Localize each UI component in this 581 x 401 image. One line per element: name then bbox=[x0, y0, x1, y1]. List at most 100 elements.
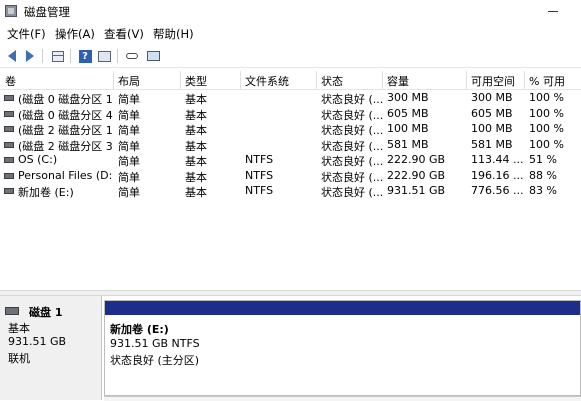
cell-layout: 简单 bbox=[118, 124, 140, 137]
cell-type: 基本 bbox=[185, 139, 207, 153]
column-percent-free[interactable]: % 可用 bbox=[524, 73, 581, 89]
column-status[interactable]: 状态 bbox=[316, 73, 382, 89]
cell-layout: 简单 bbox=[118, 170, 140, 184]
disk-management-icon bbox=[5, 5, 17, 17]
volume-icon bbox=[4, 172, 14, 179]
monitor-icon bbox=[146, 51, 160, 61]
cell-layout: 简单 bbox=[118, 108, 140, 122]
menu-bar: 文件(F) 操作(A) 查看(V) 帮助(H) bbox=[0, 23, 581, 43]
cell-capacity: 605 MB bbox=[387, 106, 429, 120]
column-free-space[interactable]: 可用空间 bbox=[466, 73, 524, 89]
cell-volume: OS (C:) bbox=[18, 153, 58, 166]
table-row[interactable]: (磁盘 0 磁盘分区 1) 简单 基本 状态良好 (... 300 MB 300… bbox=[0, 91, 581, 107]
table-row[interactable]: OS (C:) 简单 基本 NTFS 状态良好 (... 222.90 GB 1… bbox=[0, 153, 581, 169]
menu-action[interactable]: 操作(A) bbox=[55, 26, 95, 42]
cell-type: 基本 bbox=[185, 124, 207, 137]
toolbar-separator bbox=[42, 49, 43, 63]
back-arrow-icon bbox=[8, 50, 16, 62]
cell-layout: 简单 bbox=[118, 93, 140, 106]
column-volume[interactable]: 卷 bbox=[0, 73, 113, 89]
cell-percent-free: 100 % bbox=[529, 91, 564, 104]
forward-button[interactable] bbox=[22, 48, 38, 64]
cell-percent-free: 100 % bbox=[529, 106, 564, 120]
cell-free-space: 776.56 ... bbox=[471, 184, 524, 197]
volume-icon bbox=[4, 95, 14, 101]
cell-layout: 简单 bbox=[118, 186, 140, 199]
cell-percent-free: 83 % bbox=[529, 184, 557, 197]
cell-status: 状态良好 (... bbox=[321, 93, 384, 106]
cell-type: 基本 bbox=[185, 155, 207, 168]
volume-icon bbox=[4, 126, 14, 132]
menu-file[interactable]: 文件(F) bbox=[7, 26, 46, 42]
connect-button[interactable] bbox=[124, 48, 140, 64]
disk-type: 基本 bbox=[8, 322, 30, 335]
column-filesystem[interactable]: 文件系统 bbox=[240, 73, 316, 89]
cell-capacity: 300 MB bbox=[387, 91, 429, 104]
table-row[interactable]: Personal Files (D:) 简单 基本 NTFS 状态良好 (...… bbox=[0, 169, 581, 185]
cell-capacity: 222.90 GB bbox=[387, 153, 446, 166]
horizontal-scrollbar[interactable] bbox=[104, 396, 581, 401]
cell-capacity: 931.51 GB bbox=[387, 184, 446, 197]
cell-free-space: 605 MB bbox=[471, 106, 513, 120]
cell-capacity: 100 MB bbox=[387, 122, 429, 135]
cell-layout: 简单 bbox=[118, 155, 140, 168]
menu-view[interactable]: 查看(V) bbox=[104, 26, 144, 42]
partition-name: 新加卷 (E:) bbox=[110, 323, 169, 336]
cell-volume: (磁盘 0 磁盘分区 4) bbox=[18, 108, 113, 122]
column-capacity[interactable]: 容量 bbox=[382, 73, 466, 89]
cell-volume: (磁盘 2 磁盘分区 1) bbox=[18, 124, 113, 137]
cell-filesystem: NTFS bbox=[245, 184, 274, 197]
cell-status: 状态良好 (... bbox=[321, 170, 384, 184]
volume-icon bbox=[4, 157, 14, 163]
help-button[interactable]: ? bbox=[77, 48, 93, 64]
forward-arrow-icon bbox=[26, 50, 34, 62]
table-row[interactable]: (磁盘 2 磁盘分区 1) 简单 基本 状态良好 (... 100 MB 100… bbox=[0, 122, 581, 138]
title-bar: 磁盘管理 bbox=[0, 0, 581, 22]
cell-filesystem: NTFS bbox=[245, 168, 274, 182]
cell-layout: 简单 bbox=[118, 139, 140, 153]
table-row[interactable]: (磁盘 2 磁盘分区 3) 简单 基本 状态良好 (... 581 MB 581… bbox=[0, 138, 581, 154]
table-header: 卷 布局 类型 文件系统 状态 容量 可用空间 % 可用 bbox=[0, 71, 581, 90]
cell-percent-free: 100 % bbox=[529, 137, 564, 151]
minimize-button[interactable] bbox=[539, 0, 567, 22]
column-layout[interactable]: 布局 bbox=[113, 73, 180, 89]
cell-volume: 新加卷 (E:) bbox=[18, 186, 74, 199]
partition-color-bar bbox=[105, 301, 580, 315]
properties-icon bbox=[97, 50, 111, 62]
show-hide-console-tree-button[interactable] bbox=[50, 48, 66, 64]
table-row[interactable]: 新加卷 (E:) 简单 基本 NTFS 状态良好 (... 931.51 GB … bbox=[0, 184, 581, 200]
cell-capacity: 222.90 GB bbox=[387, 168, 446, 182]
volume-icon bbox=[4, 110, 14, 117]
back-button[interactable] bbox=[4, 48, 20, 64]
disk-name: 磁盘 1 bbox=[29, 306, 63, 319]
cell-free-space: 300 MB bbox=[471, 91, 513, 104]
disk-size: 931.51 GB bbox=[8, 335, 67, 348]
toolbar-separator bbox=[117, 49, 118, 63]
menu-help[interactable]: 帮助(H) bbox=[153, 26, 194, 42]
cell-type: 基本 bbox=[185, 93, 207, 106]
cell-type: 基本 bbox=[185, 170, 207, 184]
cell-volume: (磁盘 2 磁盘分区 3) bbox=[18, 139, 113, 153]
console-tree-icon bbox=[52, 50, 64, 62]
cell-filesystem: NTFS bbox=[245, 153, 274, 166]
properties-button[interactable] bbox=[96, 48, 112, 64]
key-icon bbox=[126, 53, 138, 59]
window-title: 磁盘管理 bbox=[24, 5, 70, 19]
toolbar: ? bbox=[0, 45, 581, 68]
cell-free-space: 100 MB bbox=[471, 122, 513, 135]
table-row[interactable]: (磁盘 0 磁盘分区 4) 简单 基本 状态良好 (... 605 MB 605… bbox=[0, 107, 581, 123]
cell-type: 基本 bbox=[185, 108, 207, 122]
help-icon: ? bbox=[78, 49, 92, 63]
cell-status: 状态良好 (... bbox=[321, 155, 384, 168]
column-type[interactable]: 类型 bbox=[180, 73, 240, 89]
cell-percent-free: 51 % bbox=[529, 153, 557, 166]
cell-percent-free: 88 % bbox=[529, 168, 557, 182]
cell-free-space: 581 MB bbox=[471, 137, 513, 151]
cell-free-space: 113.44 ... bbox=[471, 153, 524, 166]
volume-icon bbox=[4, 141, 14, 148]
console-button[interactable] bbox=[145, 48, 161, 64]
disk-info-panel[interactable]: 磁盘 1 基本 931.51 GB 联机 bbox=[0, 296, 102, 400]
cell-type: 基本 bbox=[185, 186, 207, 199]
cell-percent-free: 100 % bbox=[529, 122, 564, 135]
partition-block[interactable]: 新加卷 (E:) 931.51 GB NTFS 状态良好 (主分区) bbox=[104, 300, 581, 396]
